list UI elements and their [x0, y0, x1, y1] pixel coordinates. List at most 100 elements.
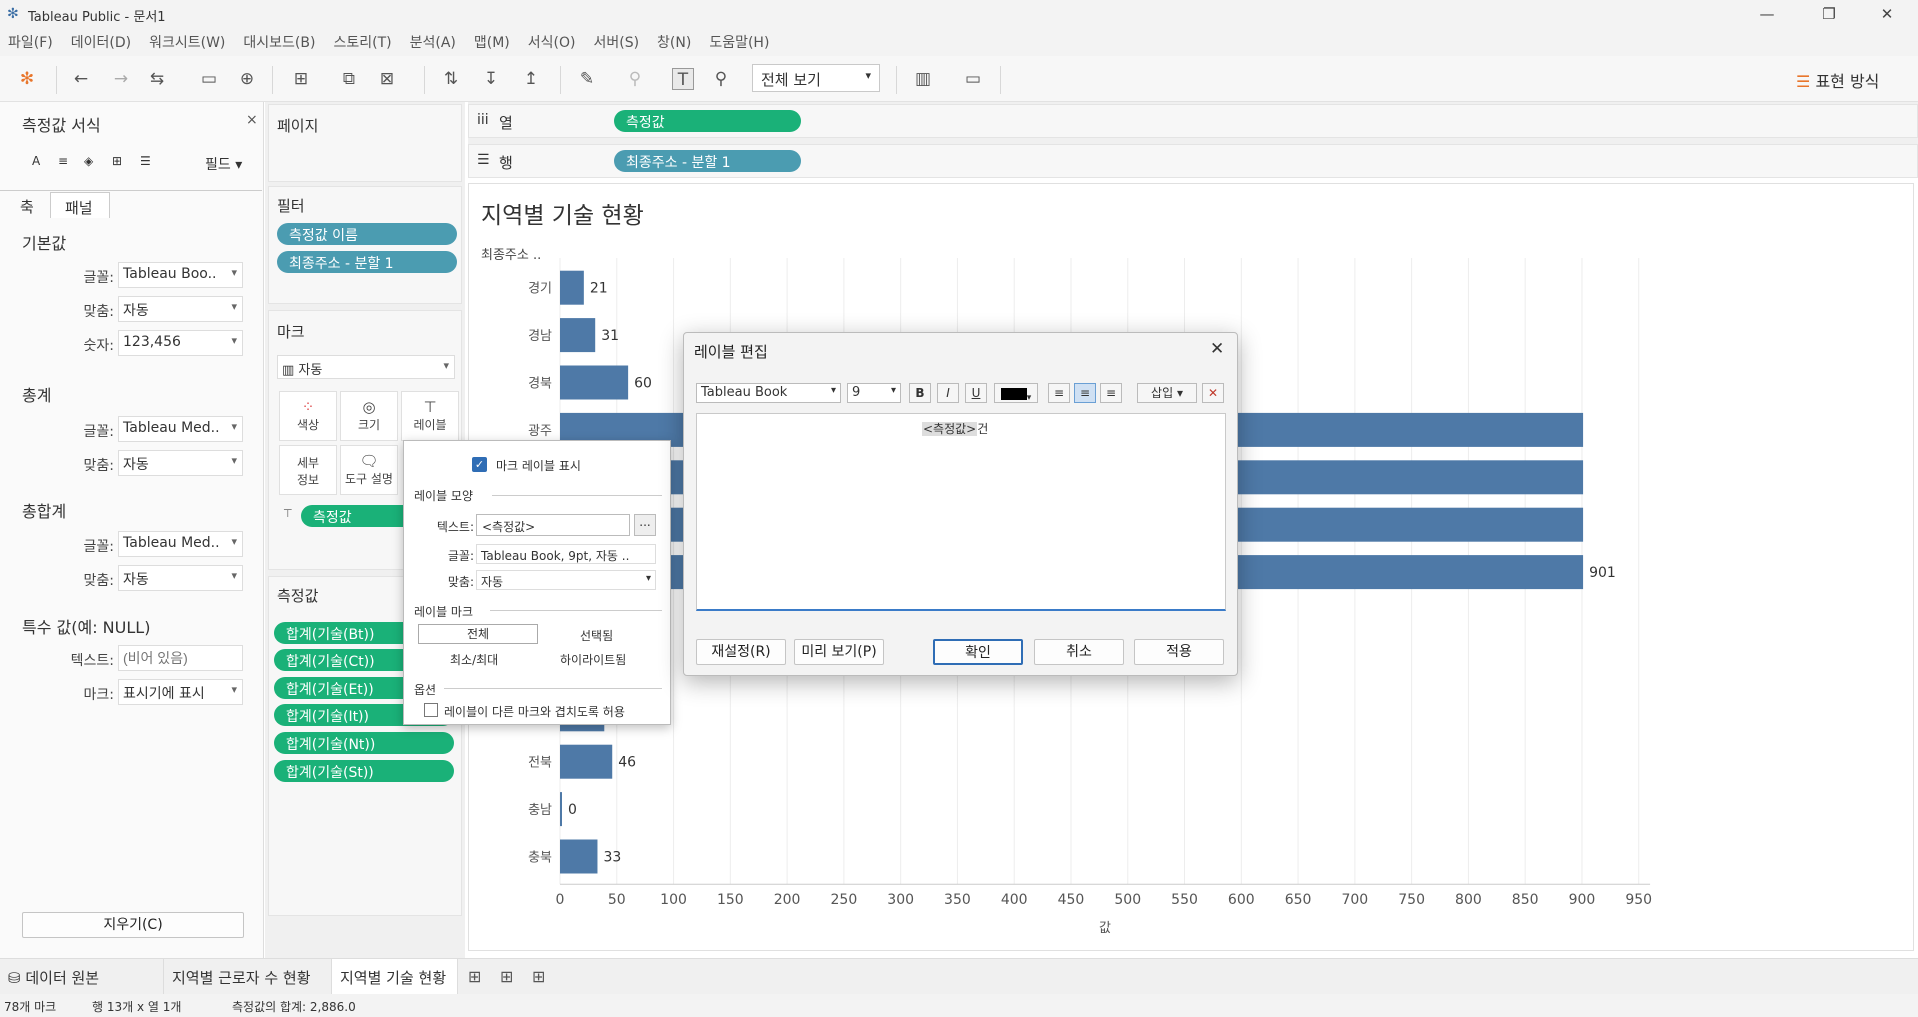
allow-overlap-checkbox[interactable] [424, 703, 438, 717]
mark-type-select[interactable]: ▥ 자동 ▾ [277, 355, 455, 379]
tab-axis[interactable]: 축 [8, 192, 44, 216]
columns-shelf[interactable]: iii 열 측정값 [468, 104, 1918, 138]
menu-file[interactable]: 파일(F) [8, 32, 53, 52]
shading-icon[interactable]: ◈ [84, 154, 93, 168]
align-left-icon[interactable]: ≡ [1048, 383, 1070, 403]
menu-analysis[interactable]: 분석(A) [410, 32, 456, 52]
ok-button[interactable]: 확인 [933, 639, 1023, 665]
option-min-max[interactable]: 최소/최대 [450, 651, 498, 668]
rows-pill[interactable]: 최종주소 - 분할 1 [614, 150, 801, 172]
totals-align-select[interactable]: 자동 ▾ [118, 450, 243, 476]
grand-totals-font-select[interactable]: Tableau Med.. ▾ [118, 531, 243, 557]
option-highlighted[interactable]: 하이라이트됨 [560, 651, 626, 668]
pin-icon[interactable]: ⚲ [710, 68, 732, 90]
reset-button[interactable]: 재설정(R) [696, 639, 786, 665]
sort-descending-icon[interactable]: ↥ [520, 68, 542, 90]
align-right-icon[interactable]: ≡ [1100, 383, 1122, 403]
dialog-size-select[interactable]: 9 ▾ [847, 383, 901, 403]
close-window-button[interactable]: ✕ [1864, 0, 1910, 28]
tab-sheet-skills[interactable]: 지역별 기술 현황 [332, 959, 458, 995]
measure-pill[interactable]: 합계(기술(Nt)) [274, 732, 454, 754]
menu-story[interactable]: 스토리(T) [333, 32, 391, 52]
new-worksheet-tab-icon[interactable]: ⊞ [468, 967, 481, 986]
option-selected[interactable]: 선택됨 [580, 627, 613, 644]
insert-button[interactable]: 삽입 ▾ [1137, 383, 1197, 403]
menu-worksheet[interactable]: 워크시트(W) [149, 32, 225, 52]
preview-button[interactable]: 미리 보기(P) [794, 639, 884, 665]
fields-dropdown[interactable]: 필드 ▾ [205, 154, 242, 174]
cards-icon[interactable]: ▥ [912, 68, 934, 90]
restore-button[interactable]: ❐ [1806, 0, 1852, 28]
default-number-select[interactable]: 123,456 ▾ [118, 330, 243, 356]
menu-format[interactable]: 서식(O) [528, 32, 576, 52]
new-datasource-icon[interactable]: ⊕ [236, 68, 258, 90]
dialog-font-select[interactable]: Tableau Book ▾ [696, 383, 841, 403]
redo-icon[interactable]: → [110, 68, 132, 90]
show-me-button[interactable]: ☰ 표현 방식 [1796, 68, 1879, 92]
columns-pill[interactable]: 측정값 [614, 110, 801, 132]
new-story-tab-icon[interactable]: ⊞ [532, 967, 545, 986]
tab-sheet-workers[interactable]: 지역별 근로자 수 현황 [164, 959, 332, 995]
tab-pane[interactable]: 패널 [50, 192, 110, 218]
underline-button[interactable]: U [965, 383, 987, 403]
lines-icon[interactable]: ☰ [140, 154, 151, 168]
menu-help[interactable]: 도움말(H) [709, 32, 769, 52]
undo-icon[interactable]: ← [70, 68, 92, 90]
tab-datasource[interactable]: ⛁ 데이터 원본 [0, 959, 164, 995]
swap-icon[interactable]: ⇅ [440, 68, 462, 90]
highlight-icon[interactable]: ✎ [576, 68, 598, 90]
clear-text-icon[interactable]: ✕ [1202, 383, 1224, 403]
edit-label-button[interactable]: ... [634, 514, 656, 536]
size-button[interactable]: ◎ 크기 [340, 391, 398, 441]
tableau-home-icon[interactable]: ✻ [16, 68, 38, 90]
save-icon[interactable]: ▭ [198, 68, 220, 90]
default-font-select[interactable]: Tableau Boo.. ▾ [118, 262, 243, 288]
duplicate-sheet-icon[interactable]: ⧉ [338, 68, 360, 90]
grand-totals-align-select[interactable]: 자동 ▾ [118, 565, 243, 591]
bold-button[interactable]: B [909, 383, 931, 403]
replace-data-icon[interactable]: ⇆ [146, 68, 168, 90]
apply-button[interactable]: 적용 [1134, 639, 1224, 665]
show-labels-checkbox[interactable]: ✓ [472, 457, 487, 472]
minimize-button[interactable]: — [1744, 0, 1790, 28]
rows-shelf[interactable]: ☰ 행 최종주소 - 분할 1 [468, 144, 1918, 178]
font-format-icon[interactable]: A [32, 154, 40, 168]
menu-data[interactable]: 데이터(D) [71, 32, 131, 52]
show-labels-icon[interactable]: T [672, 68, 694, 90]
color-button[interactable]: ⁘ 색상 [279, 391, 337, 441]
menu-map[interactable]: 맵(M) [474, 32, 510, 52]
label-font-select[interactable]: Tableau Book, 9pt, 자동 .. [476, 544, 656, 564]
totals-font-select[interactable]: Tableau Med.. ▾ [118, 416, 243, 442]
filter-pill[interactable]: 측정값 이름 [277, 223, 457, 245]
menu-server[interactable]: 서버(S) [593, 32, 639, 52]
font-color-button[interactable]: ▾ [994, 383, 1038, 403]
dialog-close-icon[interactable]: ✕ [1210, 339, 1224, 359]
new-dashboard-tab-icon[interactable]: ⊞ [500, 967, 513, 986]
align-center-icon[interactable]: ≡ [1074, 383, 1096, 403]
sort-ascending-icon[interactable]: ↧ [480, 68, 502, 90]
filter-pill[interactable]: 최종주소 - 분할 1 [277, 251, 457, 273]
detail-button[interactable]: 세부 정보 [279, 445, 337, 495]
cancel-button[interactable]: 취소 [1034, 639, 1124, 665]
pages-shelf[interactable]: 페이지 [268, 104, 462, 182]
special-text-input[interactable] [118, 645, 243, 671]
align-format-icon[interactable]: ≡ [58, 154, 68, 168]
measure-pill[interactable]: 합계(기술(St)) [274, 760, 454, 782]
view-select[interactable]: 전체 보기 ▾ [752, 64, 880, 92]
label-button[interactable]: ⊤ 레이블 [401, 391, 459, 441]
default-align-select[interactable]: 자동 ▾ [118, 296, 243, 322]
tooltip-button[interactable]: 🗨 도구 설명 [340, 445, 398, 495]
italic-button[interactable]: I [937, 383, 959, 403]
special-marks-select[interactable]: 표시기에 표시 ▾ [118, 679, 243, 705]
borders-icon[interactable]: ⊞ [112, 154, 122, 168]
clear-sheet-icon[interactable]: ⊠ [376, 68, 398, 90]
label-text-field[interactable]: <측정값> [476, 514, 630, 536]
menu-window[interactable]: 창(N) [657, 32, 691, 52]
new-worksheet-icon[interactable]: ⊞ [290, 68, 312, 90]
option-all[interactable]: 전체 [418, 624, 538, 644]
clear-button[interactable]: 지우기(C) [22, 912, 244, 938]
label-text-editor[interactable]: <측정값>건 [696, 413, 1226, 611]
label-align-select[interactable]: 자동 ▾ [476, 570, 656, 590]
presentation-icon[interactable]: ▭ [962, 68, 984, 90]
close-icon[interactable]: × [246, 112, 258, 128]
